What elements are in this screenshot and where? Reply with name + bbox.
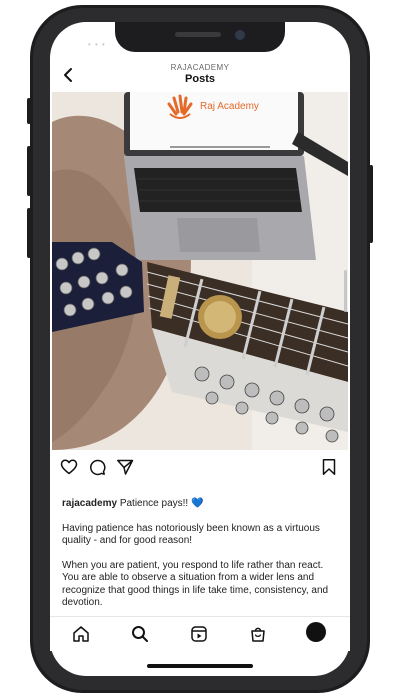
scrollbar[interactable] [344, 270, 347, 312]
account-name: RAJACADEMY [170, 63, 230, 72]
post-actions [52, 456, 348, 480]
silent-switch [27, 98, 31, 124]
reels-icon[interactable] [190, 625, 208, 643]
heart-icon[interactable] [60, 458, 78, 476]
caption-username[interactable]: rajacademy [62, 498, 117, 509]
volume-down-button [27, 208, 31, 258]
post-caption: rajacademy Patience pays!! 💙 Having pati… [62, 498, 340, 622]
front-camera [235, 30, 245, 40]
shop-icon[interactable] [249, 625, 267, 643]
bookmark-icon[interactable] [320, 458, 338, 476]
volume-up-button [27, 146, 31, 196]
notch [115, 22, 285, 52]
caption-headline: rajacademy Patience pays!! 💙 [62, 498, 340, 511]
top-bar: RAJACADEMY Posts [50, 60, 350, 90]
profile-avatar[interactable] [306, 622, 326, 642]
page-title: Posts [185, 73, 215, 85]
photo-illustration: Raj Academy [52, 92, 348, 450]
bottom-nav [50, 616, 350, 651]
power-button [369, 165, 373, 243]
search-icon[interactable] [131, 625, 149, 643]
laptop-screen-text: Raj Academy [200, 101, 259, 112]
caption-title: Patience pays!! 💙 [117, 498, 204, 509]
caption-paragraph: When you are patient, you respond to lif… [62, 559, 329, 609]
status-bar: • • • [88, 40, 106, 49]
home-icon[interactable] [72, 625, 90, 643]
comment-icon[interactable] [88, 458, 106, 476]
send-icon[interactable] [116, 458, 134, 476]
home-indicator[interactable] [147, 664, 253, 668]
caption-paragraph: Having patience has notoriously been kno… [62, 522, 320, 547]
post-image[interactable]: Raj Academy [52, 92, 348, 450]
speaker-grille [175, 32, 221, 37]
